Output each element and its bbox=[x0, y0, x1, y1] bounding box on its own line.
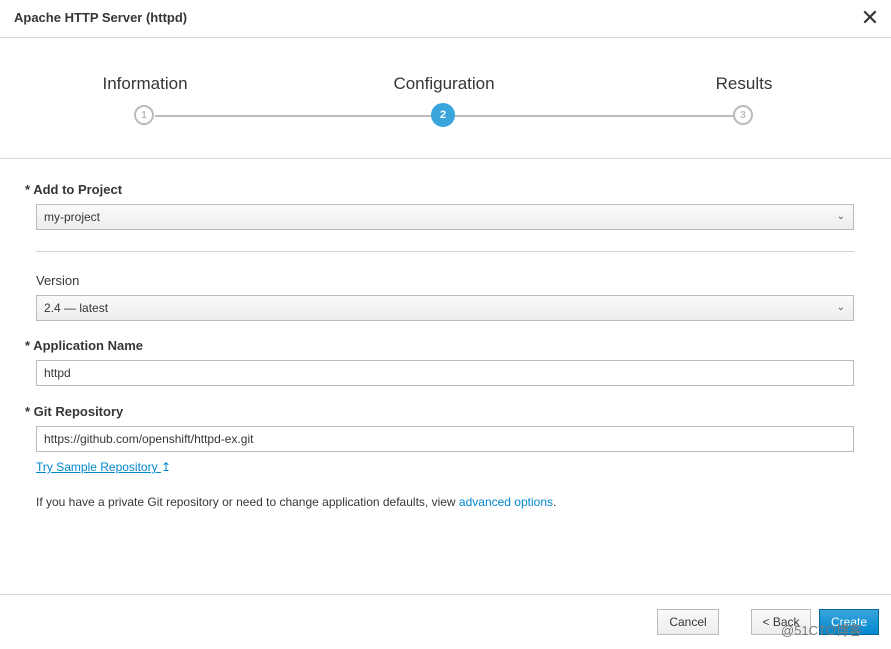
chevron-down-icon: ⌄ bbox=[836, 211, 845, 222]
step-circle-1[interactable]: 1 bbox=[134, 105, 154, 125]
sample-link-text: Try Sample Repository bbox=[36, 460, 158, 474]
step-circle-2[interactable]: 2 bbox=[431, 103, 455, 127]
step-label-configuration[interactable]: Configuration bbox=[393, 74, 494, 94]
chevron-down-icon: ⌄ bbox=[836, 302, 845, 313]
external-link-icon: ↥ bbox=[160, 460, 171, 474]
version-select-value: 2.4 — latest bbox=[44, 301, 109, 315]
help-prefix: If you have a private Git repository or … bbox=[36, 495, 459, 509]
project-select[interactable]: my-project ⌄ bbox=[36, 204, 854, 230]
project-label: * Add to Project bbox=[25, 182, 123, 197]
section-divider bbox=[36, 251, 854, 252]
git-repo-input[interactable]: https://github.com/openshift/httpd-ex.gi… bbox=[36, 426, 854, 452]
footer-divider bbox=[0, 594, 891, 595]
wizard-steps: Information Configuration Results 1 2 3 bbox=[0, 38, 891, 159]
close-icon[interactable]: ✕ bbox=[858, 6, 882, 30]
watermark: @51CTO博客 bbox=[781, 623, 862, 638]
try-sample-repository-link[interactable]: Try Sample Repository ↥ bbox=[36, 460, 171, 474]
step-connector-2 bbox=[455, 115, 735, 117]
cancel-button[interactable]: Cancel bbox=[657, 609, 719, 635]
app-name-input[interactable]: httpd bbox=[36, 360, 854, 386]
help-text: If you have a private Git repository or … bbox=[36, 495, 556, 509]
version-label: Version bbox=[36, 273, 80, 288]
version-select[interactable]: 2.4 — latest ⌄ bbox=[36, 295, 854, 321]
help-suffix: . bbox=[553, 495, 557, 509]
step-connector-1 bbox=[155, 115, 435, 117]
step-label-results: Results bbox=[715, 74, 773, 93]
advanced-options-link[interactable]: advanced options bbox=[459, 495, 553, 509]
dialog-title: Apache HTTP Server (httpd) bbox=[14, 10, 188, 25]
step-circle-3: 3 bbox=[733, 105, 753, 125]
project-select-value: my-project bbox=[44, 210, 101, 224]
git-repo-label: * Git Repository bbox=[25, 404, 124, 419]
app-name-label: * Application Name bbox=[25, 338, 143, 353]
dialog-header: Apache HTTP Server (httpd) ✕ bbox=[0, 0, 891, 38]
step-label-information[interactable]: Information bbox=[102, 74, 187, 94]
